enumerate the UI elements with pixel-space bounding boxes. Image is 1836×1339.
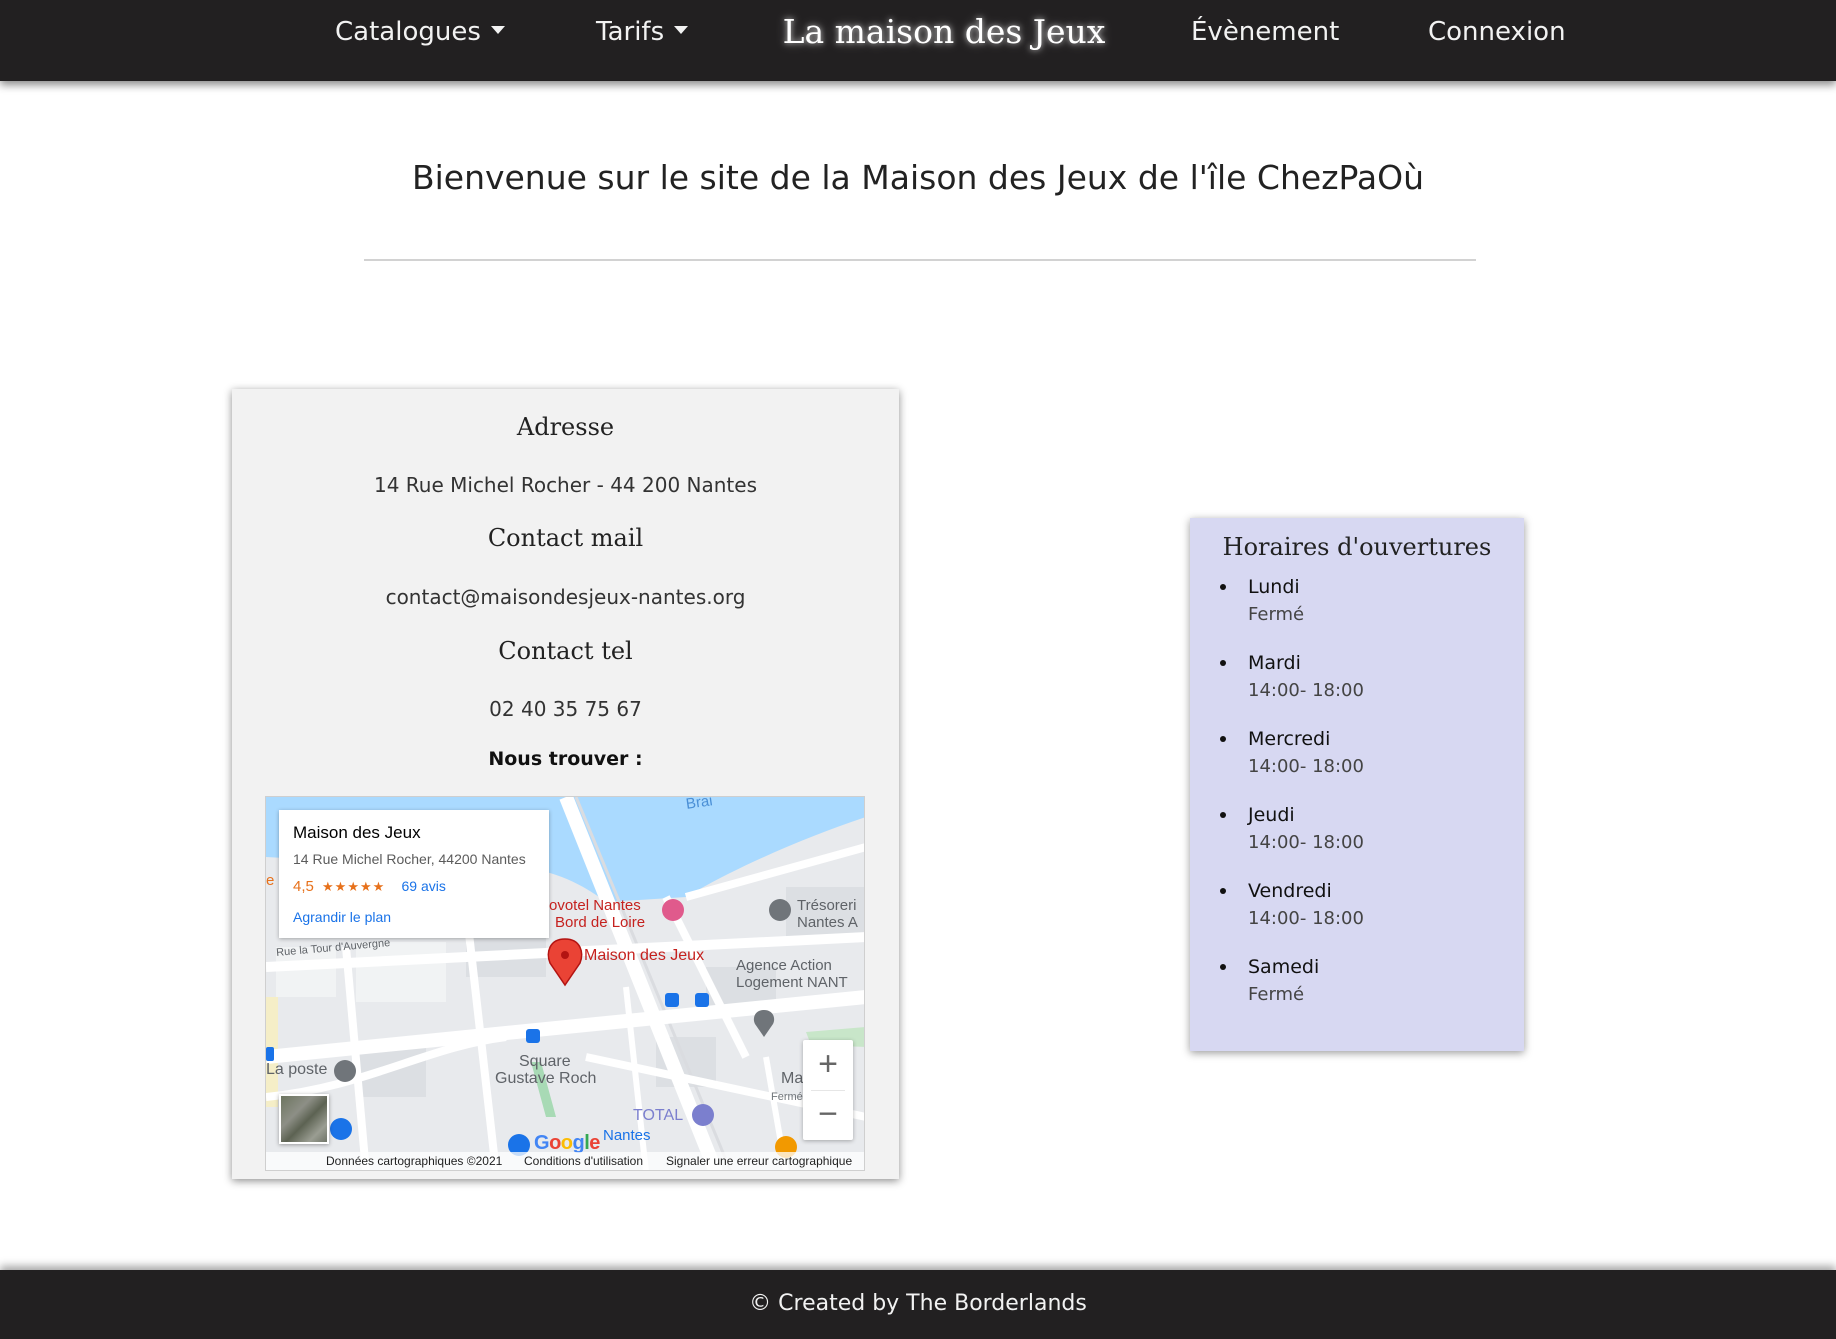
contact-card: Adresse 14 Rue Michel Rocher - 44 200 Na…	[232, 389, 899, 1179]
hours-time: 14:00- 18:00	[1248, 908, 1364, 929]
navbar: Catalogues Tarifs La maison des Jeux Évè…	[0, 0, 1836, 81]
map-data-credit: Données cartographiques ©2021	[326, 1154, 503, 1168]
hours-day: Mardi	[1248, 652, 1301, 674]
map-label-total: TOTAL	[633, 1107, 684, 1124]
list-item: Samedi Fermé	[1220, 954, 1510, 1030]
google-logo-letter: e	[589, 1132, 600, 1154]
hours-title: Horaires d'ouvertures	[1222, 533, 1492, 561]
nav-event-link[interactable]: Évènement	[1191, 14, 1339, 50]
map-info-window: Maison des Jeux 14 Rue Michel Rocher, 44…	[279, 810, 549, 938]
page-title: Bienvenue sur le site de la Maison des J…	[411, 158, 1425, 197]
map-label-e: e	[266, 872, 275, 889]
hours-time: Fermé	[1248, 984, 1305, 1005]
google-map[interactable]: Maison des Jeux 14 Rue Michel Rocher, 44…	[265, 796, 865, 1171]
map-label-agence: Agence Action	[736, 957, 832, 974]
map-label-tresorerie: Trésoreri	[797, 897, 857, 914]
nav-tarifs-label: Tarifs	[596, 17, 665, 47]
hours-day: Vendredi	[1248, 880, 1332, 902]
map-place-title: Maison des Jeux	[293, 823, 421, 842]
map-terms-link[interactable]: Conditions d'utilisation	[524, 1152, 643, 1170]
tel-heading: Contact tel	[498, 637, 633, 665]
map-label-nantes: Nantes	[603, 1127, 651, 1144]
hours-time: 14:00- 18:00	[1248, 832, 1364, 853]
hours-day: Mercredi	[1248, 728, 1331, 750]
satellite-toggle-button[interactable]	[279, 1094, 329, 1144]
mail-text[interactable]: contact@maisondesjeux-nantes.org	[232, 583, 899, 611]
google-logo: Google	[534, 1132, 600, 1154]
caret-down-icon	[674, 25, 689, 34]
caret-down-icon	[490, 25, 505, 34]
find-us-label: Nous trouver :	[488, 748, 643, 770]
list-item: Mercredi 14:00- 18:00	[1220, 726, 1510, 802]
map-label-novotel: ovotel Nantes	[549, 897, 641, 914]
map-label-gustave: Gustave Roch	[495, 1070, 597, 1087]
map-reviews-link[interactable]: 69 avis	[401, 878, 445, 894]
google-logo-letter: o	[549, 1132, 561, 1154]
google-logo-letter: o	[560, 1132, 573, 1154]
zoom-in-button[interactable]: +	[803, 1040, 853, 1090]
hours-day: Samedi	[1248, 956, 1320, 978]
hours-card: Horaires d'ouvertures Lundi Fermé Mardi …	[1190, 518, 1524, 1051]
map-label-bord-loire: Bord de Loire	[555, 914, 646, 931]
map-label-la-poste: La poste	[266, 1061, 328, 1078]
map-label-square: Square	[519, 1053, 571, 1070]
map-report-link[interactable]: Signaler une erreur cartographique	[666, 1152, 852, 1170]
google-logo-letter: G	[534, 1132, 550, 1154]
address-text: 14 Rue Michel Rocher - 44 200 Nantes	[373, 473, 757, 497]
hours-time: Fermé	[1248, 604, 1305, 625]
list-item: Lundi Fermé	[1220, 574, 1510, 650]
hours-day: Lundi	[1248, 576, 1300, 598]
hours-time: 14:00- 18:00	[1248, 756, 1364, 777]
nav-login-link[interactable]: Connexion	[1428, 14, 1566, 50]
hours-time: 14:00- 18:00	[1248, 680, 1364, 701]
mail-heading: Contact mail	[487, 524, 644, 552]
nav-catalogues-label: Catalogues	[335, 17, 481, 47]
header-divider	[364, 259, 1476, 261]
map-rating-score: 4,5	[293, 878, 314, 895]
nav-catalogues-dropdown[interactable]: Catalogues	[335, 14, 505, 50]
map-rating-row: 4,5 ★★★★★ 69 avis	[293, 876, 535, 897]
star-rating-icon: ★★★★★	[322, 879, 386, 894]
zoom-out-button[interactable]: −	[803, 1090, 853, 1140]
map-label-logement: Logement NANT	[736, 974, 848, 991]
address-heading: Adresse	[516, 413, 615, 441]
list-item: Vendredi 14:00- 18:00	[1220, 878, 1510, 954]
map-label-ferme: Fermé	[771, 1091, 803, 1103]
hours-day: Jeudi	[1248, 804, 1295, 826]
nav-tarifs-dropdown[interactable]: Tarifs	[596, 14, 689, 50]
brand-logo-text[interactable]: La maison des Jeux	[778, 12, 1110, 52]
map-pin-label: Maison des Jeux	[584, 947, 705, 964]
list-item: Mardi 14:00- 18:00	[1220, 650, 1510, 726]
map-enlarge-link[interactable]: Agrandir le plan	[293, 907, 535, 927]
map-place-address: 14 Rue Michel Rocher, 44200 Nantes	[293, 851, 526, 867]
google-logo-letter: g	[572, 1132, 585, 1154]
tel-text: 02 40 35 75 67	[489, 697, 642, 721]
footer: © Created by The Borderlands	[0, 1270, 1836, 1339]
list-item: Jeudi 14:00- 18:00	[1220, 802, 1510, 878]
map-label-ma: Ma	[781, 1070, 804, 1087]
map-footer: Données cartographiques ©2021 Conditions…	[266, 1152, 864, 1170]
footer-credit: © Created by The Borderlands	[749, 1291, 1087, 1316]
hours-list: Lundi Fermé Mardi 14:00- 18:00 Mercredi …	[1220, 574, 1510, 1030]
map-zoom-controls: + −	[803, 1040, 853, 1140]
map-label-nantes-a: Nantes A	[797, 914, 858, 931]
